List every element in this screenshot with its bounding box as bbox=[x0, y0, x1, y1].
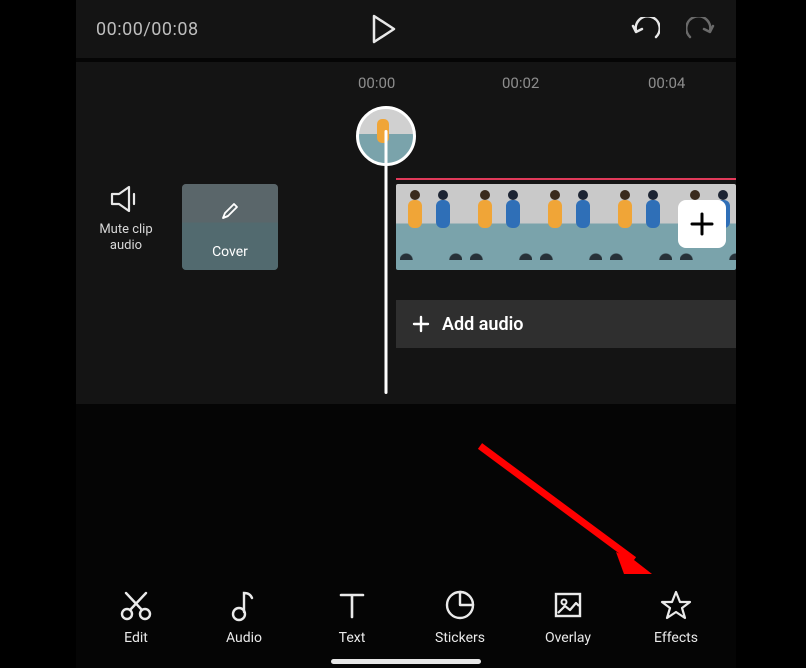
timecode-display: 00:00/00:08 bbox=[96, 19, 199, 40]
redo-button[interactable] bbox=[686, 17, 716, 41]
top-bar: 00:00/00:08 bbox=[76, 0, 736, 58]
undo-button[interactable] bbox=[630, 17, 660, 41]
music-note-icon bbox=[227, 588, 261, 622]
ruler-tick: 00:02 bbox=[502, 74, 539, 92]
tool-stickers[interactable]: Stickers bbox=[415, 588, 505, 646]
clip-frame bbox=[466, 184, 536, 270]
play-button[interactable] bbox=[371, 14, 397, 44]
track-boundary-line bbox=[396, 178, 736, 180]
tool-text[interactable]: Text bbox=[307, 588, 397, 646]
video-editor-app: 00:00/00:08 00:00 00: bbox=[76, 0, 736, 668]
add-clip-button[interactable] bbox=[678, 200, 726, 248]
text-icon bbox=[335, 588, 369, 622]
time-ruler[interactable]: 00:00 00:02 00:04 bbox=[76, 62, 736, 104]
mute-clip-audio-button[interactable]: Mute clip audio bbox=[90, 184, 162, 255]
annotation-arrow bbox=[474, 440, 674, 590]
tool-effects[interactable]: Effects bbox=[631, 588, 721, 646]
clip-frame bbox=[536, 184, 606, 270]
ruler-tick: 00:04 bbox=[648, 74, 685, 92]
star-icon bbox=[659, 588, 693, 622]
clip-frame bbox=[396, 184, 466, 270]
bottom-toolbar: Edit Audio Text Stickers bbox=[76, 588, 736, 646]
plus-icon bbox=[689, 211, 715, 237]
undo-icon bbox=[630, 17, 660, 41]
home-indicator bbox=[331, 659, 481, 664]
play-icon bbox=[371, 14, 397, 44]
timeline: Mute clip audio Cover bbox=[76, 104, 736, 404]
redo-icon bbox=[686, 17, 716, 41]
add-audio-label: Add audio bbox=[442, 314, 523, 335]
scissors-icon bbox=[119, 588, 153, 622]
cover-label: Cover bbox=[182, 244, 278, 260]
sticker-icon bbox=[443, 588, 477, 622]
pencil-icon bbox=[220, 201, 240, 225]
tool-overlay[interactable]: Overlay bbox=[523, 588, 613, 646]
add-audio-button[interactable]: Add audio bbox=[396, 300, 736, 348]
overlay-image-icon bbox=[551, 588, 585, 622]
cover-thumbnail[interactable]: Cover bbox=[182, 184, 278, 270]
plus-icon bbox=[412, 315, 430, 333]
ruler-tick: 00:00 bbox=[358, 74, 395, 92]
tool-edit[interactable]: Edit bbox=[91, 588, 181, 646]
tool-audio[interactable]: Audio bbox=[199, 588, 289, 646]
clip-frame bbox=[606, 184, 676, 270]
speaker-mute-icon bbox=[109, 184, 143, 214]
playhead-line bbox=[385, 130, 388, 394]
